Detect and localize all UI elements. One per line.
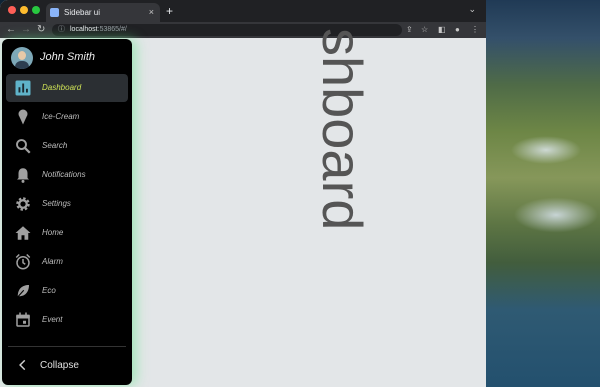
home-icon <box>15 226 31 240</box>
sidebar-item-label: Alarm <box>42 257 63 266</box>
page-title: shboard <box>311 28 374 231</box>
sidebar-item-label: Event <box>42 315 63 324</box>
close-window-button[interactable] <box>8 6 16 14</box>
bell-icon <box>17 168 29 183</box>
sidebar-item-label: Search <box>42 141 68 150</box>
maximize-window-button[interactable] <box>32 6 40 14</box>
collapse-label: Collapse <box>40 360 79 371</box>
chart-icon <box>15 80 31 96</box>
collapse-button[interactable]: Collapse <box>2 351 132 381</box>
url-host: localhost <box>70 26 98 33</box>
more-menu-icon[interactable]: ⋮ <box>471 22 479 38</box>
reload-icon[interactable]: ↻ <box>37 22 45 38</box>
sidebar-item-eco[interactable]: Eco <box>6 277 128 305</box>
sidebar-item-label: Home <box>42 228 64 237</box>
calendar-icon <box>16 312 30 327</box>
tab-search-chevron-icon[interactable]: ⌄ <box>468 4 476 15</box>
back-arrow-icon[interactable]: ← <box>6 22 16 38</box>
browser-tab[interactable]: Sidebar ui × <box>46 3 160 22</box>
sidebar-item-event[interactable]: Event <box>6 306 128 334</box>
sidebar-item-dashboard[interactable]: Dashboard <box>6 74 128 102</box>
chevron-left-icon <box>19 359 26 371</box>
avatar <box>11 47 33 69</box>
profile-icon[interactable]: ● <box>455 22 460 38</box>
side-panel-icon[interactable]: ◧ <box>438 22 446 38</box>
sidebar-item-notifications[interactable]: Notifications <box>6 161 128 189</box>
sidebar-item-ice-cream[interactable]: Ice-Cream <box>6 103 128 131</box>
search-icon <box>16 139 31 154</box>
sidebar-item-label: Notifications <box>42 170 86 179</box>
minimize-window-button[interactable] <box>20 6 28 14</box>
gear-icon <box>16 197 30 211</box>
new-tab-button[interactable]: + <box>166 3 173 19</box>
info-icon[interactable]: ⓘ <box>58 24 65 36</box>
bookmark-star-icon[interactable]: ☆ <box>421 22 428 38</box>
browser-toolbar: ← → ↻ ⓘ localhost:53865/#/ ⇪ ☆ ◧ ● ⋮ <box>0 22 486 38</box>
desktop-wallpaper <box>486 0 600 387</box>
tab-bar: Sidebar ui × + ⌄ <box>0 0 486 22</box>
sidebar: John Smith Dashboard Ice-Cream Search No… <box>2 39 132 385</box>
sidebar-item-alarm[interactable]: Alarm <box>6 248 128 276</box>
url-text: localhost:53865/#/ <box>70 24 127 36</box>
favicon-icon <box>50 8 59 17</box>
sidebar-item-settings[interactable]: Settings <box>6 190 128 218</box>
sidebar-item-label: Dashboard <box>42 83 82 92</box>
leaf-icon <box>16 285 29 299</box>
user-profile: John Smith <box>2 39 132 75</box>
tab-close-icon[interactable]: × <box>149 3 154 22</box>
share-icon[interactable]: ⇪ <box>406 22 413 38</box>
sidebar-item-label: Eco <box>42 286 56 295</box>
alarm-icon <box>15 253 31 270</box>
tab-title: Sidebar ui <box>64 8 101 17</box>
sidebar-item-label: Settings <box>42 199 71 208</box>
sidebar-item-label: Ice-Cream <box>42 112 80 121</box>
forward-arrow-icon[interactable]: → <box>21 22 31 38</box>
sidebar-divider <box>8 346 126 347</box>
sidebar-item-search[interactable]: Search <box>6 132 128 160</box>
sidebar-item-home[interactable]: Home <box>6 219 128 247</box>
url-port-path: :53865/#/ <box>97 26 127 33</box>
user-name: John Smith <box>40 51 96 63</box>
ice-cream-icon <box>18 109 28 125</box>
